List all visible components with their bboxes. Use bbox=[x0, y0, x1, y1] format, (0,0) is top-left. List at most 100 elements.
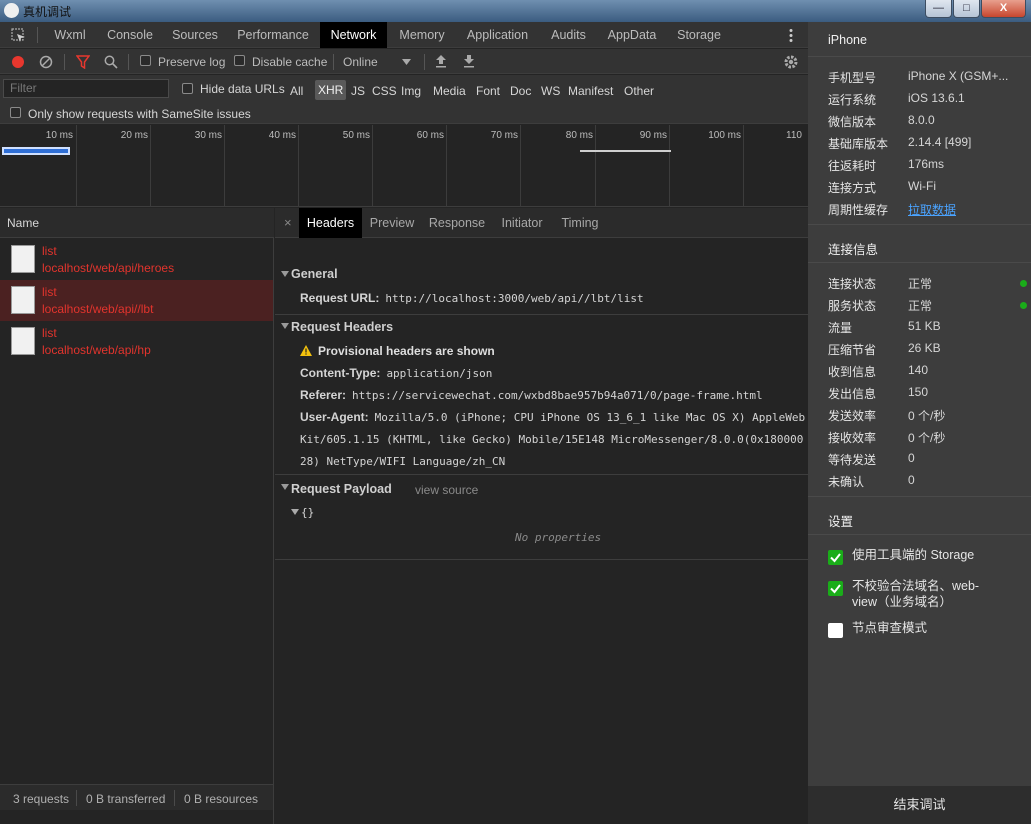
wechat-app-icon bbox=[4, 3, 19, 18]
expand-triangle-icon[interactable] bbox=[281, 271, 289, 277]
tab-storage[interactable]: Storage bbox=[670, 22, 728, 48]
expand-triangle-icon[interactable] bbox=[281, 323, 289, 329]
general-header[interactable]: General bbox=[291, 267, 338, 281]
filter-bar: Filter Hide data URLs All XHR JS CSS Img… bbox=[0, 75, 808, 124]
file-icon bbox=[11, 286, 35, 314]
close-detail-icon[interactable]: × bbox=[284, 215, 292, 230]
tab-audits[interactable]: Audits bbox=[543, 22, 594, 48]
divider bbox=[333, 54, 334, 70]
tab-appdata[interactable]: AppData bbox=[600, 22, 664, 48]
filter-type-xhr[interactable]: XHR bbox=[315, 80, 347, 100]
request-row[interactable]: list localhost/web/api/heroes bbox=[0, 239, 273, 280]
disable-cache-checkbox[interactable] bbox=[234, 55, 245, 66]
info-row: 手机型号 iPhone X (GSM+... bbox=[828, 69, 1009, 85]
import-har-icon[interactable] bbox=[435, 54, 447, 68]
tab-headers[interactable]: Headers bbox=[299, 208, 362, 238]
use-tool-storage-checkbox[interactable] bbox=[828, 550, 843, 565]
samesite-checkbox[interactable] bbox=[10, 107, 21, 118]
inspect-element-icon[interactable] bbox=[11, 28, 26, 43]
filter-type-js[interactable]: JS bbox=[351, 84, 365, 98]
tab-preview[interactable]: Preview bbox=[365, 208, 419, 238]
more-options-icon[interactable] bbox=[786, 28, 796, 43]
expand-triangle-icon[interactable] bbox=[281, 484, 289, 490]
checkmark-icon bbox=[830, 553, 841, 563]
filter-input[interactable]: Filter bbox=[3, 79, 169, 98]
request-name: list bbox=[42, 244, 57, 258]
close-window-button[interactable]: X bbox=[981, 0, 1026, 18]
tab-sources[interactable]: Sources bbox=[163, 22, 227, 48]
name-column-header[interactable]: Name bbox=[0, 208, 274, 238]
tab-console[interactable]: Console bbox=[100, 22, 160, 48]
timeline-tick: 20 ms bbox=[77, 125, 151, 207]
preserve-log-checkbox[interactable] bbox=[140, 55, 151, 66]
timeline-tick: 110 bbox=[786, 130, 802, 141]
node-inspect-label: 节点审查模式 bbox=[852, 621, 928, 635]
preserve-log-label: Preserve log bbox=[158, 55, 226, 69]
user-agent-line: User-Agent: Mozilla/5.0 (iPhone; CPU iPho… bbox=[300, 410, 805, 424]
timeline-overview[interactable]: 10 ms 20 ms 30 ms 40 ms 50 ms 60 ms 70 m… bbox=[0, 125, 808, 207]
user-agent-line: Kit/605.1.15 (KHTML, like Gecko) Mobile/… bbox=[300, 432, 803, 446]
tab-performance[interactable]: Performance bbox=[231, 22, 315, 48]
header-key: User-Agent: bbox=[300, 410, 369, 424]
filter-type-other[interactable]: Other bbox=[624, 84, 654, 98]
request-url: localhost/web/api//lbt bbox=[42, 302, 154, 316]
connection-row: 收到信息 140 bbox=[828, 363, 929, 379]
pull-data-link[interactable]: 拉取数据 bbox=[908, 201, 956, 218]
tab-application[interactable]: Application bbox=[459, 22, 536, 48]
request-url-line: Request URL: http://localhost:3000/web/ap… bbox=[300, 291, 644, 305]
connection-row: 未确认 0 bbox=[828, 473, 915, 489]
settings-gear-icon[interactable] bbox=[783, 54, 799, 70]
status-ok-dot bbox=[1020, 280, 1027, 287]
connection-row: 服务状态 正常 bbox=[828, 297, 1028, 315]
chevron-down-icon[interactable] bbox=[402, 59, 411, 65]
search-icon[interactable] bbox=[104, 55, 118, 69]
clear-icon[interactable] bbox=[39, 55, 53, 69]
hide-data-urls-label: Hide data URLs bbox=[200, 82, 285, 96]
tab-network[interactable]: Network bbox=[320, 22, 387, 48]
filter-type-ws[interactable]: WS bbox=[541, 84, 560, 98]
node-inspect-checkbox[interactable] bbox=[828, 623, 843, 638]
request-row[interactable]: list localhost/web/api/hp bbox=[0, 321, 273, 362]
tab-response[interactable]: Response bbox=[425, 208, 489, 238]
info-row: 基础库版本 2.14.4 [499] bbox=[828, 135, 972, 151]
filter-type-media[interactable]: Media bbox=[433, 84, 466, 98]
filter-type-img[interactable]: Img bbox=[401, 84, 421, 98]
content-type-line: Content-Type: application/json bbox=[300, 366, 492, 380]
tab-initiator[interactable]: Initiator bbox=[495, 208, 549, 238]
filter-type-doc[interactable]: Doc bbox=[510, 84, 531, 98]
request-waterfall-bar bbox=[580, 150, 671, 152]
export-har-icon[interactable] bbox=[463, 54, 475, 68]
expand-triangle-icon[interactable] bbox=[291, 509, 299, 515]
divider bbox=[808, 496, 1031, 497]
filter-type-css[interactable]: CSS bbox=[372, 84, 397, 98]
device-title: iPhone bbox=[828, 33, 867, 47]
minimize-button[interactable]: — bbox=[925, 0, 952, 18]
filter-type-all[interactable]: All bbox=[290, 84, 303, 98]
tab-timing[interactable]: Timing bbox=[556, 208, 604, 238]
filter-type-manifest[interactable]: Manifest bbox=[568, 84, 613, 98]
tab-memory[interactable]: Memory bbox=[391, 22, 453, 48]
request-payload-header[interactable]: Request Payload bbox=[291, 482, 392, 496]
request-headers-header[interactable]: Request Headers bbox=[291, 320, 393, 334]
hide-data-urls-checkbox[interactable] bbox=[182, 83, 193, 94]
connection-row: 压缩节省 26 KB bbox=[828, 341, 941, 357]
info-row: 周期性缓存 拉取数据 bbox=[828, 201, 957, 218]
filter-type-font[interactable]: Font bbox=[476, 84, 500, 98]
tab-wxml[interactable]: Wxml bbox=[43, 22, 97, 48]
maximize-button[interactable]: □ bbox=[953, 0, 980, 18]
end-debug-button[interactable]: 结束调试 bbox=[808, 786, 1031, 824]
samesite-label: Only show requests with SameSite issues bbox=[28, 107, 251, 121]
request-row-selected[interactable]: list localhost/web/api//lbt bbox=[0, 280, 273, 321]
header-value: https://servicewechat.com/wxbd8bae957b94… bbox=[352, 389, 763, 402]
view-source-link[interactable]: view source bbox=[415, 483, 478, 497]
general-section: General Request URL: http://localhost:300… bbox=[275, 238, 808, 315]
window-titlebar: 真机调试 — □ X bbox=[0, 0, 1031, 22]
record-icon[interactable] bbox=[11, 55, 25, 69]
throttling-select[interactable]: Online bbox=[343, 55, 378, 69]
filter-icon[interactable] bbox=[76, 55, 90, 69]
divider bbox=[424, 54, 425, 70]
divider bbox=[37, 27, 38, 43]
skip-domain-check-checkbox[interactable] bbox=[828, 581, 843, 596]
header-value: 28) NetType/WIFI Language/zh_CN bbox=[300, 455, 506, 468]
connection-row: 等待发送 0 bbox=[828, 451, 915, 467]
